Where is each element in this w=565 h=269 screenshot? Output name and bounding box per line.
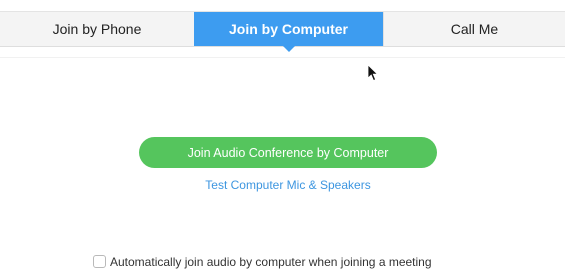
tab-label: Join by Computer bbox=[228, 21, 348, 37]
mouse-pointer-icon bbox=[367, 64, 379, 82]
auto-join-checkbox[interactable] bbox=[93, 255, 106, 268]
test-mic-speakers-link[interactable]: Test Computer Mic & Speakers bbox=[139, 178, 437, 192]
tab-label: Call Me bbox=[450, 21, 499, 37]
tab-call-me[interactable]: Call Me bbox=[383, 12, 565, 46]
auto-join-option: Automatically join audio by computer whe… bbox=[93, 254, 432, 269]
audio-tab-bar: Join by Phone Join by Computer Call Me bbox=[0, 11, 565, 52]
audio-join-panel: Join by Phone Join by Computer Call Me J… bbox=[0, 0, 565, 269]
auto-join-label[interactable]: Automatically join audio by computer whe… bbox=[110, 255, 432, 269]
tab-join-by-phone[interactable]: Join by Phone bbox=[0, 12, 194, 46]
divider bbox=[0, 57, 565, 58]
tab-label: Join by Phone bbox=[52, 21, 142, 37]
join-button-label: Join Audio Conference by Computer bbox=[187, 145, 389, 160]
caret-down-icon bbox=[282, 46, 295, 52]
join-audio-by-computer-button[interactable]: Join Audio Conference by Computer bbox=[139, 137, 437, 168]
tab-join-by-computer[interactable]: Join by Computer bbox=[194, 12, 383, 52]
